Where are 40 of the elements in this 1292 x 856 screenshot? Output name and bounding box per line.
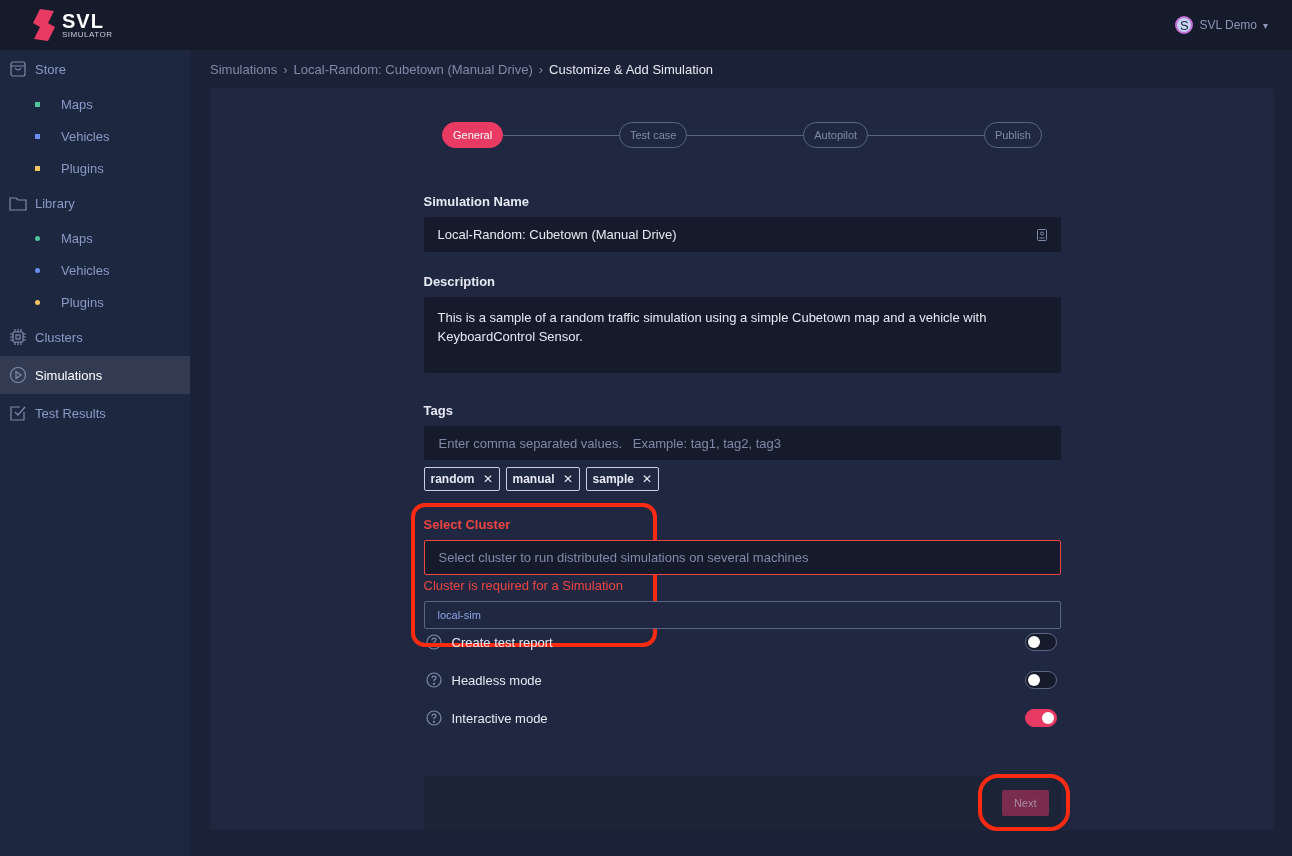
sidebar-item[interactable]: Library [0,184,190,222]
sidebar-item[interactable]: Simulations [0,356,190,394]
breadcrumb-separator: › [538,61,544,77]
breadcrumb-link[interactable]: Simulations [210,61,278,77]
sidebar-subitem[interactable]: Plugins [0,286,190,318]
breadcrumb-current: Customize & Add Simulation [549,61,714,77]
field-label: Tags [423,403,454,418]
field-label: Description [423,274,496,289]
tags-field[interactable]: Enter comma separated values. Example: tag1, tag2, tag3 [423,426,1061,460]
user-name[interactable]: SVL Demo [1199,18,1257,32]
error-message: Cluster is required for a Simulation [423,578,624,594]
remove-tag-button[interactable]: ✕ [482,472,493,486]
dropdown-option[interactable]: local-sim [424,602,1060,628]
field-label: Select Cluster [423,517,512,532]
sidebar-item[interactable]: Store [0,50,190,88]
tag-label: random [430,472,475,486]
remove-tag-button[interactable]: ✕ [641,472,652,486]
user-avatar[interactable]: S [1175,16,1194,34]
sidebar-item[interactable]: Test Results [0,394,190,432]
sidebar-subitem[interactable]: Maps [0,88,190,120]
sidebar-subitem[interactable]: Plugins [0,152,190,184]
breadcrumb-separator: › [283,61,288,77]
tag-label: sample [592,472,634,486]
breadcrumb-link[interactable]: Local-Random: Cubetown (Manual Drive) [293,61,533,77]
logo-subtitle: SIMULATOR [62,31,113,39]
toggle-label: Interactive mode [451,710,548,726]
sidebar-subitem[interactable]: Vehicles [0,254,190,286]
description-field[interactable]: This is a sample of a random traffic simulation using a simple Cubetown map and a vehicle with KeyboardControl Sensor. [423,297,1061,373]
name-field[interactable]: Local-Random: Cubetown (Manual Drive) [423,217,1061,252]
sidebar-item[interactable]: Clusters [0,318,190,356]
caret-icon[interactable]: ▾ [1263,19,1268,31]
tag-label: manual [512,472,555,486]
step-tab[interactable]: General [442,122,504,148]
sidebar-subitem[interactable]: Vehicles [0,120,190,152]
sidebar-subitem[interactable]: Maps [0,222,190,254]
toggle-label: Headless mode [451,672,542,688]
logo-title: SVL [62,11,105,31]
remove-tag-button[interactable]: ✕ [562,472,573,486]
cluster-field[interactable]: Select cluster to run distributed simulations on several machines [423,540,1061,575]
field-label: Simulation Name [423,194,530,209]
